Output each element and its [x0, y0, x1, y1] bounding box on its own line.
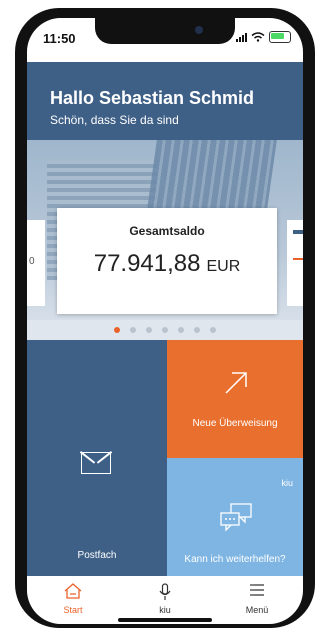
- carousel-dot[interactable]: [178, 327, 184, 333]
- menu-icon: [250, 584, 264, 596]
- carousel-dot[interactable]: [146, 327, 152, 333]
- previous-account-card[interactable]: 0: [27, 220, 45, 306]
- postfach-tile[interactable]: Postfach: [27, 340, 167, 576]
- tab-start[interactable]: Start: [27, 576, 119, 624]
- new-transfer-label: Neue Überweisung: [192, 418, 278, 429]
- tab-menu-label: Menü: [245, 605, 269, 615]
- balance-amount: 77.941,88 EUR: [57, 250, 277, 278]
- tab-bar: Start kiu Menü: [27, 576, 303, 624]
- new-transfer-tile[interactable]: Neue Überweisung: [167, 340, 303, 458]
- carousel-dot[interactable]: [162, 327, 168, 333]
- status-time: 11:50: [43, 31, 76, 46]
- header: Hallo Sebastian Schmid Schön, dass Sie d…: [27, 62, 303, 140]
- balance-currency: EUR: [206, 258, 241, 275]
- app-screen: 11:50 Hallo Sebastian Schmid Schön, dass…: [27, 18, 303, 624]
- tab-kiu[interactable]: kiu: [119, 576, 211, 624]
- tab-kiu-label: kiu: [159, 605, 171, 615]
- camera-icon: [195, 26, 203, 34]
- kiu-help-tile[interactable]: kiu Kann ich weiterhelfen?: [167, 458, 303, 576]
- carousel-pagination: [27, 320, 303, 340]
- battery-icon: [269, 31, 291, 43]
- chat-bubbles-icon: [220, 503, 252, 532]
- greeting-subtitle: Schön, dass Sie da sind: [50, 113, 179, 127]
- carousel-dot[interactable]: [210, 327, 216, 333]
- greeting-title: Hallo Sebastian Schmid: [50, 88, 255, 108]
- notch: [95, 18, 235, 44]
- next-account-card[interactable]: [287, 220, 303, 306]
- balance-card[interactable]: Gesamtsaldo 77.941,88 EUR: [57, 208, 277, 314]
- postfach-label: Postfach: [77, 550, 117, 561]
- home-icon: [64, 583, 82, 599]
- hero-banner: 0 Gesamtsaldo 77.941,88 EUR: [27, 140, 303, 340]
- tab-start-label: Start: [63, 605, 83, 615]
- system-icons: [236, 31, 291, 43]
- carousel-dot[interactable]: [114, 327, 120, 333]
- signal-icon: [236, 32, 247, 42]
- arrow-up-right-icon: [225, 372, 247, 394]
- kiu-help-label: Kann ich weiterhelfen?: [184, 554, 286, 565]
- status-bar: 11:50: [27, 18, 303, 62]
- home-indicator: [118, 618, 212, 622]
- wifi-icon: [251, 32, 265, 42]
- envelope-icon: [81, 452, 111, 474]
- carousel-dot[interactable]: [194, 327, 200, 333]
- balance-value: 77.941,88: [93, 250, 201, 277]
- kiu-tag: kiu: [281, 478, 293, 488]
- balance-title: Gesamtsaldo: [129, 224, 205, 238]
- tab-menu[interactable]: Menü: [211, 576, 303, 624]
- microphone-icon: [159, 583, 171, 600]
- carousel-dot[interactable]: [130, 327, 136, 333]
